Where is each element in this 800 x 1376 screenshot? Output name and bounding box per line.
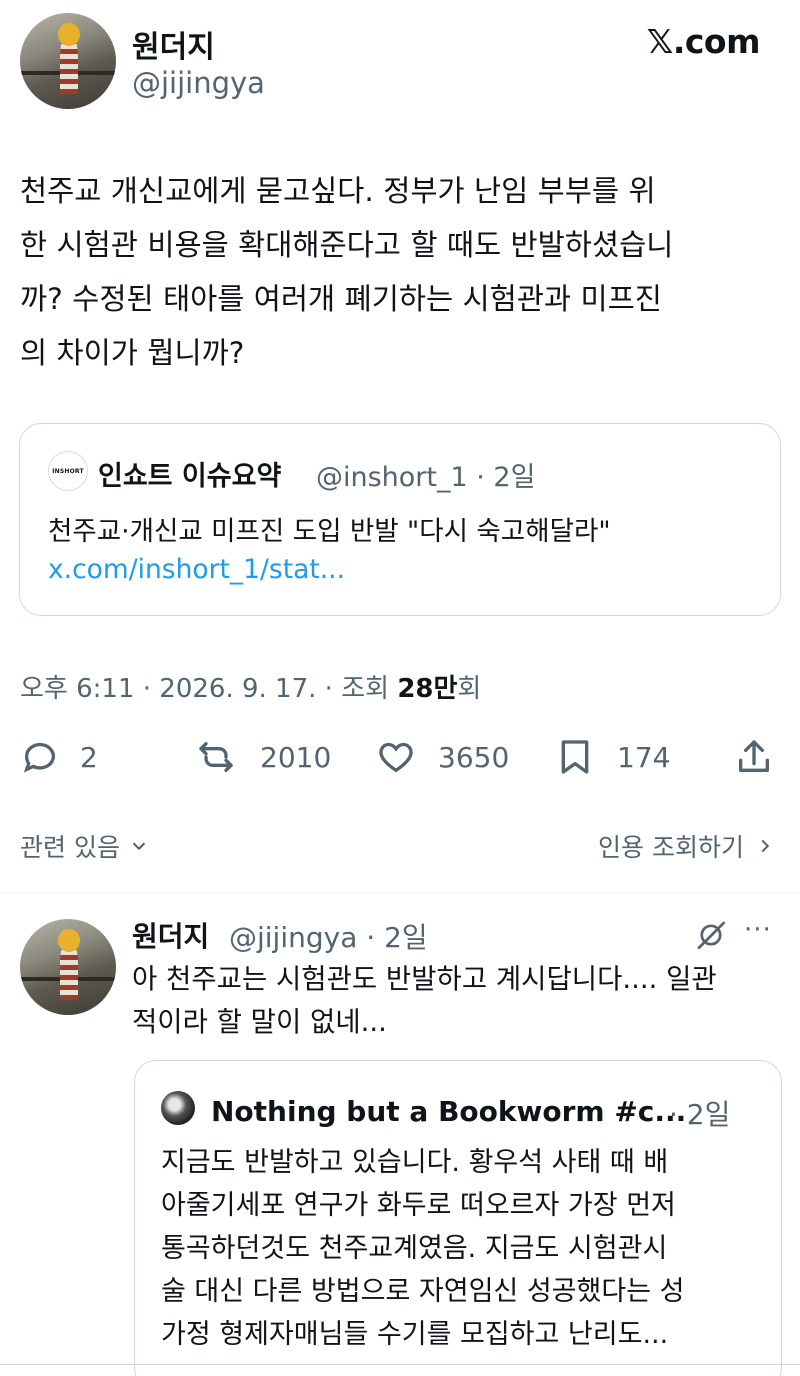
bookmark-icon bbox=[561, 740, 589, 774]
reply-author-avatar[interactable] bbox=[20, 919, 116, 1015]
author-handle[interactable]: @jijingya bbox=[132, 66, 265, 100]
quoted-reply-text-line: 술 대신 다른 방법으로 자연임신 성공했다는 성 bbox=[161, 1276, 685, 1307]
reply-author-name[interactable]: 원더지 bbox=[132, 915, 209, 955]
reply-text-line: 아 천주교는 시험관도 반발하고 계시답니다.... 일관 bbox=[132, 963, 717, 995]
author-avatar[interactable] bbox=[20, 13, 116, 109]
heart-icon bbox=[379, 742, 413, 773]
reply-author-handle[interactable]: @jijingya · 2일 bbox=[229, 916, 428, 956]
quoted-reply-text-line: 아줄기세포 연구가 화두로 떠오르자 가장 먼저 bbox=[161, 1190, 676, 1221]
bookmark-button[interactable]: 174 bbox=[555, 737, 670, 777]
reply-button[interactable]: 2 bbox=[20, 737, 98, 777]
reply-text: 아 천주교는 시험관도 반발하고 계시답니다.... 일관 적이라 할 말이 없… bbox=[132, 958, 792, 1044]
inshort-logo: INSHORT bbox=[48, 451, 88, 491]
share-icon bbox=[739, 740, 769, 772]
quoted-avatar[interactable] bbox=[161, 1091, 195, 1125]
related-label: 관련 있음 bbox=[20, 833, 120, 862]
view-count: 28만 bbox=[397, 674, 458, 704]
x-logo: 𝕏.com bbox=[646, 22, 761, 61]
tweet-text-line: 천주교 개신교에게 묻고싶다. 정부가 난임 부부를 위 bbox=[20, 174, 656, 208]
reply-text-line: 적이라 할 말이 없네... bbox=[132, 1006, 387, 1038]
view-quotes-link[interactable]: 인용 조회하기 bbox=[598, 828, 776, 864]
quoted-tweet-link[interactable]: x.com/inshort_1/stat... bbox=[48, 554, 345, 585]
grok-icon[interactable] bbox=[694, 918, 728, 952]
tweet-text-line: 의 차이가 뭡니까? bbox=[20, 336, 245, 370]
more-options-icon[interactable]: ··· bbox=[744, 915, 772, 945]
chevron-down-icon bbox=[132, 842, 146, 851]
share-button[interactable] bbox=[734, 737, 774, 777]
quoted-reply-text: 지금도 반발하고 있습니다. 황우석 사태 때 배 아줄기세포 연구가 화두로 … bbox=[161, 1141, 761, 1356]
section-divider bbox=[0, 893, 800, 894]
related-toggle[interactable]: 관련 있음 bbox=[20, 828, 150, 864]
quoted-reply-text-line: 지금도 반발하고 있습니다. 황우석 사태 때 배 bbox=[161, 1147, 669, 1178]
tweet-meta: 오후 6:11 · 2026. 9. 17. · 조회 28만회 bbox=[20, 668, 481, 705]
view-quotes-label: 인용 조회하기 bbox=[598, 833, 744, 862]
quoted-tweet-text: 천주교·개신교 미프진 도입 반발 "다시 숙고해달라" bbox=[48, 516, 611, 547]
bottom-divider bbox=[0, 1364, 800, 1365]
retweet-button[interactable]: 2010 bbox=[196, 737, 331, 777]
retweet-icon bbox=[199, 742, 233, 772]
bookmark-count: 174 bbox=[617, 740, 671, 774]
quoted-tweet-card[interactable]: INSHORT 인쇼트 이슈요약 @inshort_1 · 2일 천주교·개신교… bbox=[19, 423, 781, 616]
quoted-author-name[interactable]: 인쇼트 이슈요약 bbox=[98, 454, 281, 493]
quoted-reply-text-line: 통곡하던것도 천주교계였음. 지금도 시험관시 bbox=[161, 1233, 668, 1264]
view-suffix: 회 bbox=[457, 674, 482, 704]
quoted-reply-text-line: 가정 형제자매님들 수기를 모집하고 난리도... bbox=[161, 1319, 669, 1350]
like-count: 3650 bbox=[438, 740, 510, 774]
tweet-text: 천주교 개신교에게 묻고싶다. 정부가 난임 부부를 위 한 시험관 비용을 확… bbox=[20, 164, 790, 380]
quoted-author-handle[interactable]: @inshort_1 · 2일 bbox=[316, 455, 535, 494]
chevron-right-icon bbox=[761, 839, 770, 853]
tweet-timestamp[interactable]: 오후 6:11 · 2026. 9. 17. · 조회 bbox=[20, 674, 397, 704]
tweet-text-line: 한 시험관 비용을 확대해준다고 할 때도 반발하셨습니 bbox=[20, 228, 674, 262]
retweet-count: 2010 bbox=[260, 740, 332, 774]
quoted-reply-time[interactable]: · 2일 bbox=[669, 1093, 730, 1133]
reply-quoted-card[interactable]: Nothing but a Bookworm #c... · 2일 지금도 반발… bbox=[134, 1060, 782, 1376]
reply-count: 2 bbox=[80, 740, 98, 774]
reply-icon bbox=[23, 742, 55, 773]
author-name[interactable]: 원더지 bbox=[132, 22, 215, 66]
like-button[interactable]: 3650 bbox=[376, 737, 509, 777]
tweet-text-line: 까? 수정된 태아를 여러개 폐기하는 시험관과 미프진 bbox=[20, 282, 662, 316]
quoted-reply-author-name[interactable]: Nothing but a Bookworm #c... bbox=[211, 1095, 686, 1128]
